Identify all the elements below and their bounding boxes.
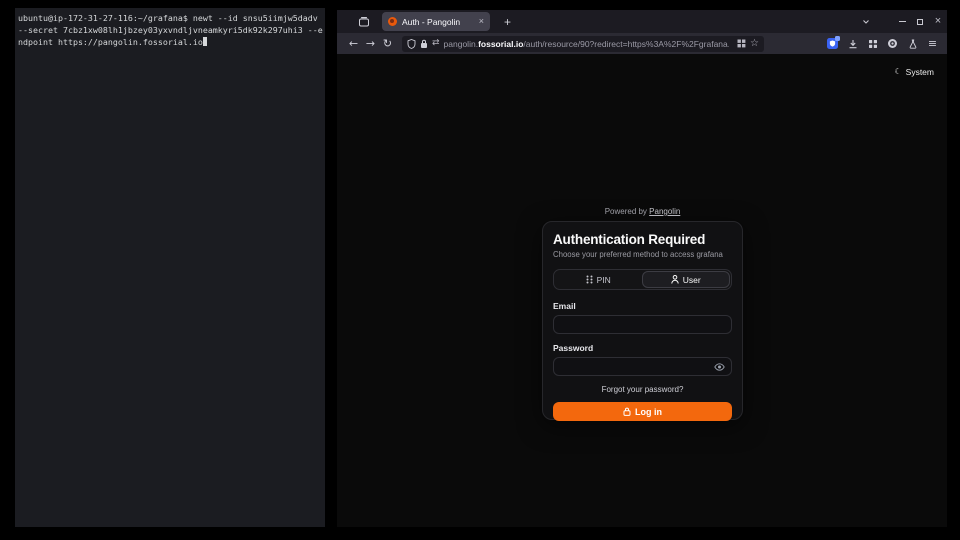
terminal-line: --secret 7cbz1xw08lh1jbzey03yxvndljvneam…	[18, 24, 323, 36]
password-label: Password	[553, 343, 732, 353]
maximize-button[interactable]	[911, 14, 929, 30]
url-bar[interactable]: ⇄ pangolin.fossorial.io/auth/resource/90…	[402, 36, 764, 52]
url-path: /auth/resource/90?redirect=https%3A%2F%2…	[523, 39, 729, 49]
password-field[interactable]	[560, 362, 714, 372]
extensions-grid-icon[interactable]	[866, 37, 879, 50]
flask-extension-icon[interactable]	[906, 37, 919, 50]
tab-user-label: User	[683, 275, 701, 285]
card-title: Authentication Required	[553, 232, 732, 247]
tab-auth-pangolin[interactable]: Auth - Pangolin ×	[382, 12, 490, 31]
login-button[interactable]: Log in	[553, 402, 732, 421]
email-label: Email	[553, 301, 732, 311]
password-field-wrap	[553, 357, 732, 376]
downloads-icon[interactable]	[846, 37, 859, 50]
pangolin-favicon-icon	[388, 17, 397, 26]
auth-page: ☾ System Powered by Pangolin Authenticat…	[337, 54, 947, 527]
new-tab-button[interactable]: +	[500, 16, 515, 28]
menu-hamburger-icon[interactable]: ≡	[926, 37, 939, 50]
user-icon	[671, 275, 679, 284]
window-controls: ×	[857, 14, 947, 30]
grid-icon[interactable]	[737, 39, 746, 48]
terminal-line: ndpoint https://pangolin.fossorial.io	[18, 36, 323, 48]
reload-icon[interactable]: ↻	[379, 38, 396, 49]
pangolin-link[interactable]: Pangolin	[649, 207, 680, 216]
lock-icon[interactable]	[420, 39, 428, 49]
eye-toggle-icon[interactable]	[714, 363, 725, 371]
terminal-cursor	[203, 37, 208, 46]
forgot-password-link[interactable]: Forgot your password?	[553, 385, 732, 394]
auth-method-tabs: PIN User	[553, 269, 732, 290]
theme-selector-button[interactable]: ☾ System	[894, 67, 934, 77]
back-icon[interactable]: ←	[345, 38, 362, 49]
url-domain: fossorial.io	[478, 39, 523, 49]
list-all-tabs-icon[interactable]	[857, 14, 875, 30]
container-arrows-icon[interactable]: ⇄	[432, 39, 440, 48]
tab-pin[interactable]: PIN	[555, 271, 642, 288]
keypad-icon	[586, 275, 593, 284]
minimize-button[interactable]	[893, 14, 911, 30]
login-button-label: Log in	[635, 407, 662, 417]
firefox-view-icon[interactable]	[357, 15, 371, 29]
navigation-toolbar: ← → ↻ ⇄ pangolin.fossorial.io/auth/resou…	[337, 33, 947, 54]
toolbar-extension-icons: ≡	[826, 37, 939, 50]
login-lock-icon	[623, 407, 631, 416]
bookmark-star-icon[interactable]: ☆	[750, 39, 759, 49]
tab-user[interactable]: User	[642, 271, 731, 288]
email-field-wrap	[553, 315, 732, 334]
tab-pin-label: PIN	[597, 275, 611, 285]
terminal-line: ubuntu@ip-172-31-27-116:~/grafana$ newt …	[18, 12, 323, 24]
auth-card: Authentication Required Choose your pref…	[542, 221, 743, 420]
tab-close-icon[interactable]: ×	[479, 17, 484, 26]
url-text: pangolin.fossorial.io/auth/resource/90?r…	[444, 39, 729, 49]
browser-window: Auth - Pangolin × + × ← → ↻ ⇄ pangolin.f…	[337, 10, 947, 527]
card-subtitle: Choose your preferred method to access g…	[553, 250, 732, 259]
email-field[interactable]	[560, 320, 725, 330]
record-circle-extension-icon[interactable]	[886, 37, 899, 50]
moon-icon: ☾	[894, 68, 901, 76]
window-close-button[interactable]: ×	[929, 14, 947, 30]
forward-icon[interactable]: →	[362, 38, 379, 49]
password-manager-extension-icon[interactable]	[826, 37, 839, 50]
tab-title: Auth - Pangolin	[402, 17, 474, 27]
tab-bar: Auth - Pangolin × + ×	[337, 10, 947, 33]
powered-by: Powered by Pangolin	[542, 207, 743, 216]
terminal-line-text: ndpoint https://pangolin.fossorial.io	[18, 37, 203, 47]
tracking-protection-shield-icon[interactable]	[407, 39, 416, 49]
extension-badge	[835, 36, 840, 41]
terminal-window[interactable]: ubuntu@ip-172-31-27-116:~/grafana$ newt …	[15, 8, 325, 527]
theme-label: System	[906, 67, 934, 77]
